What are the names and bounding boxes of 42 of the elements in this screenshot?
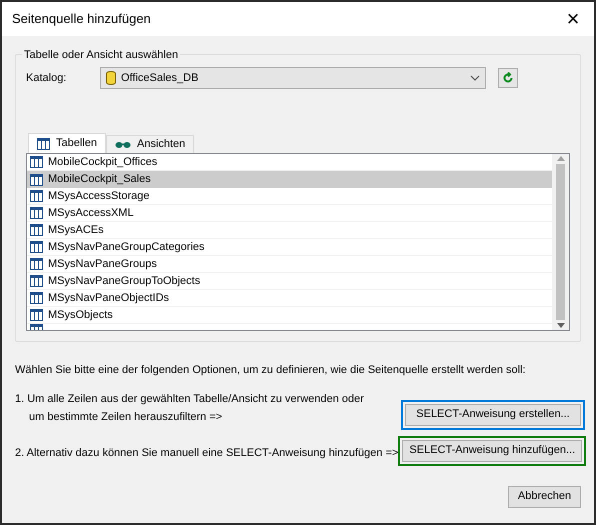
tab[interactable]: Tabellen [28, 133, 106, 153]
option-text: um bestimmte Zeilen herauszufiltern => [28, 410, 224, 425]
table-icon [30, 241, 43, 253]
table-icon [30, 292, 43, 304]
table-icon [30, 258, 43, 270]
chevron-down-icon [470, 75, 480, 81]
table-icon [30, 224, 43, 236]
cancel-button[interactable]: Abbrechen [508, 486, 581, 508]
database-icon [106, 71, 116, 85]
table-list-item[interactable]: MSysACEs [27, 222, 552, 239]
close-button[interactable]: × [558, 5, 588, 33]
table-list-item[interactable]: MSysNavPaneGroupToObjects [27, 273, 552, 290]
window-title: Seitenquelle hinzufügen [12, 10, 151, 28]
table-list-item[interactable]: MSysObjects [27, 307, 552, 324]
table-icon [30, 174, 43, 186]
table-icon [30, 156, 43, 168]
table-list-item[interactable]: MSysNavPaneObjectIDs [27, 290, 552, 307]
table-icon [30, 309, 43, 321]
refresh-icon [502, 72, 514, 84]
instruction-text: Wählen Sie bitte eine der folgenden Optionen, um zu definieren, wie die Seitenquelle erstellt werden soll: [15, 363, 527, 378]
option-text: 1. Um alle Zeilen aus der gewählten Tabelle/Ansicht zu verwenden oder [15, 392, 364, 406]
tab[interactable]: Ansichten [106, 135, 194, 153]
scroll-up-icon [556, 156, 564, 161]
glasses-icon [114, 140, 131, 148]
scroll-down-icon [556, 323, 564, 328]
table-icon [30, 190, 43, 202]
table-list-item[interactable]: MSysNavPaneGroups [27, 256, 552, 273]
table-list-item[interactable]: MSysAccessXML [27, 205, 552, 222]
table-icon [30, 275, 43, 287]
option-button[interactable]: SELECT-Anweisung erstellen... [405, 404, 581, 426]
catalog-dropdown[interactable]: OfficeSales_DB [100, 67, 486, 89]
catalog-label: Katalog: [26, 70, 68, 86]
table-icon [37, 138, 50, 150]
table-list-item[interactable]: MSysNavPaneGroupCategories [27, 239, 552, 256]
scrollbar[interactable] [552, 154, 569, 330]
catalog-value: OfficeSales_DB [121, 70, 200, 86]
table-list-item[interactable]: MobileCockpit_Sales [27, 171, 552, 188]
option-text: 2. Alternativ dazu können Sie manuell eine SELECT-Anweisung hinzufügen => [15, 446, 398, 461]
table-icon [30, 207, 43, 219]
option-button[interactable]: SELECT-Anweisung hinzufügen... [402, 440, 582, 462]
table-list-item[interactable]: MSysAccessStorage [27, 188, 552, 205]
refresh-button[interactable] [498, 68, 518, 88]
